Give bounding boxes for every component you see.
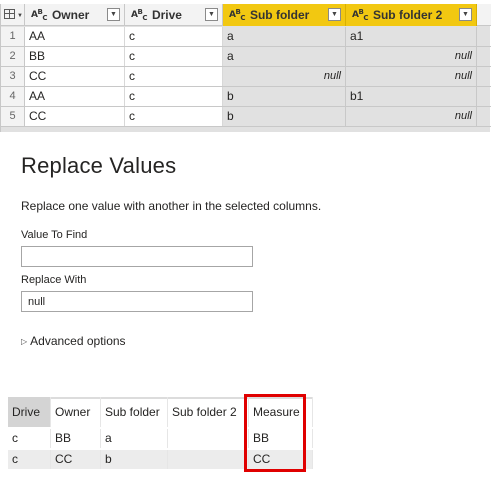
cell-sub-folder-2[interactable]: null	[346, 107, 477, 126]
cell-sub-folder[interactable]: b	[223, 107, 346, 126]
header-sub-folder[interactable]: Sub folder	[101, 397, 168, 427]
column-header-label: Sub folder 2	[372, 8, 443, 22]
filter-dropdown-icon[interactable]: ▼	[459, 8, 472, 21]
table-row[interactable]: c BB a BB	[8, 429, 313, 448]
cell-drive: c	[8, 450, 51, 469]
expand-triangle-icon: ▷	[21, 336, 28, 346]
cell-sub-folder-2[interactable]: a1	[346, 27, 477, 46]
table-row[interactable]: 3 CC c null null	[1, 67, 491, 87]
cell-owner[interactable]: AA	[25, 87, 125, 106]
header-owner[interactable]: Owner	[51, 397, 101, 427]
cell-sub-folder: b	[101, 450, 168, 469]
cell-sub-folder-2[interactable]: null	[346, 67, 477, 86]
cell-owner[interactable]: AA	[25, 27, 125, 46]
cell-owner: CC	[51, 450, 101, 469]
cell-measure: BB	[249, 429, 313, 448]
cell-owner[interactable]: CC	[25, 107, 125, 126]
dialog-description: Replace one value with another in the se…	[21, 199, 322, 213]
column-header-sub-folder-2[interactable]: ABC Sub folder 2 ▼	[346, 4, 477, 26]
cell-sub-folder-2	[168, 450, 249, 469]
cell-sub-folder[interactable]: a	[223, 27, 346, 46]
cell-owner[interactable]: CC	[25, 67, 125, 86]
cell-drive[interactable]: c	[125, 27, 223, 46]
table-row[interactable]: 1 AA c a a1	[1, 27, 491, 47]
cell-measure: CC	[249, 450, 313, 469]
cell-drive: c	[8, 429, 51, 448]
dialog-title: Replace Values	[21, 153, 177, 178]
row-number: 3	[1, 67, 25, 86]
cell-sub-folder-2[interactable]: null	[346, 47, 477, 66]
column-header-owner[interactable]: ABC Owner ▼	[25, 4, 125, 26]
table-row[interactable]: 4 AA c b b1	[1, 87, 491, 107]
cell-drive[interactable]: c	[125, 67, 223, 86]
column-header-sub-folder[interactable]: ABC Sub folder ▼	[223, 4, 346, 26]
replace-with-label: Replace With	[21, 274, 87, 286]
row-number: 1	[1, 27, 25, 46]
column-header-drive[interactable]: ABC Drive ▼	[125, 4, 223, 26]
cell-owner[interactable]: BB	[25, 47, 125, 66]
cell-sub-folder[interactable]: a	[223, 47, 346, 66]
abc-text-type-icon[interactable]: ABC	[352, 8, 368, 23]
advanced-options-label: Advanced options	[30, 334, 126, 348]
table-row[interactable]: 2 BB c a null	[1, 47, 491, 67]
column-header-label: Drive	[151, 8, 182, 22]
cell-sub-folder[interactable]: b	[223, 87, 346, 106]
cell-owner: BB	[51, 429, 101, 448]
grid-header-row: ▼ ABC Owner ▼ ABC Drive ▼ ABC Sub folder…	[1, 4, 491, 26]
header-measure[interactable]: Measure	[249, 397, 313, 427]
value-to-find-input[interactable]	[21, 246, 253, 267]
cell-drive[interactable]: c	[125, 87, 223, 106]
abc-text-type-icon[interactable]: ABC	[229, 8, 245, 23]
column-header-label: Owner	[51, 8, 90, 22]
cell-drive[interactable]: c	[125, 47, 223, 66]
filter-dropdown-icon[interactable]: ▼	[205, 8, 218, 21]
cell-sub-folder-2	[168, 429, 249, 448]
filter-dropdown-icon[interactable]: ▼	[328, 8, 341, 21]
cell-sub-folder-2[interactable]: b1	[346, 87, 477, 106]
table-icon	[4, 9, 15, 19]
column-header-label: Sub folder	[249, 8, 310, 22]
header-drive[interactable]: Drive	[8, 397, 51, 427]
row-number: 4	[1, 87, 25, 106]
replace-with-input[interactable]	[21, 291, 253, 312]
query-preview-grid: ▼ ABC Owner ▼ ABC Drive ▼ ABC Sub folder…	[0, 4, 491, 132]
row-number: 2	[1, 47, 25, 66]
chevron-down-icon: ▼	[17, 13, 23, 19]
row-number: 5	[1, 107, 25, 126]
table-row[interactable]: c CC b CC	[8, 450, 313, 469]
cell-drive[interactable]: c	[125, 107, 223, 126]
abc-text-type-icon[interactable]: ABC	[131, 8, 147, 23]
result-header-row: Drive Owner Sub folder Sub folder 2 Meas…	[8, 397, 313, 427]
result-table: Drive Owner Sub folder Sub folder 2 Meas…	[8, 397, 313, 472]
header-sub-folder-2[interactable]: Sub folder 2	[168, 397, 249, 427]
value-to-find-label: Value To Find	[21, 229, 88, 241]
advanced-options-toggle[interactable]: ▷ Advanced options	[21, 334, 126, 348]
filter-dropdown-icon[interactable]: ▼	[107, 8, 120, 21]
cell-sub-folder[interactable]: null	[223, 67, 346, 86]
cell-sub-folder: a	[101, 429, 168, 448]
abc-text-type-icon[interactable]: ABC	[31, 8, 47, 23]
table-menu-button[interactable]: ▼	[1, 4, 25, 26]
table-row[interactable]: 5 CC c b null	[1, 107, 491, 127]
